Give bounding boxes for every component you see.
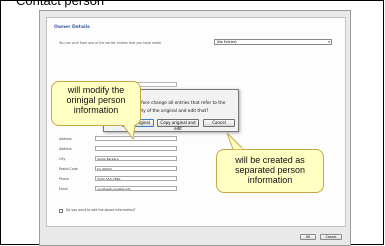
select-value: (No Entries) [217, 40, 237, 44]
form-row: Address [59, 136, 239, 142]
earlier-entries-select[interactable]: (No Entries) ▾ [214, 39, 332, 45]
copy-original-button[interactable]: Copy original and edit [157, 119, 199, 131]
field-label: Postal Code [59, 167, 78, 171]
form-row: Email you@web.coolsite.info [59, 186, 239, 192]
window-cancel-button[interactable]: Cancel [320, 234, 342, 240]
city-field[interactable]: Santa Barbara [95, 156, 177, 161]
postal-code-field[interactable]: CA 90024 [95, 166, 177, 171]
phone-field[interactable]: (555) 555-7890 [95, 176, 177, 181]
field-label: City [59, 157, 66, 161]
chevron-down-icon[interactable]: ▾ [328, 40, 330, 45]
modify-callout-pointer [122, 125, 136, 141]
form-row: City Santa Barbara [59, 156, 239, 162]
instruction-text: You can pick from one of the earlier ent… [59, 41, 162, 45]
slide-title: Contact person [16, 0, 105, 8]
section-title: Owner Details [54, 25, 90, 30]
field-label: Phone [59, 177, 69, 181]
field-label: Address [59, 147, 72, 151]
form-row: Address [59, 146, 239, 152]
email-field[interactable]: you@web.coolsite.info [95, 186, 177, 191]
field-label: Address [59, 137, 72, 141]
ok-button[interactable]: OK [300, 234, 316, 240]
slide-frame: Contact person Owner Details You can pic… [0, 0, 384, 246]
field-label: Email [59, 187, 68, 191]
address-line2-field[interactable] [95, 146, 177, 151]
dialog-cancel-button[interactable]: Cancel [203, 119, 235, 127]
created-callout-pointer [226, 132, 245, 150]
form-row: Postal Code CA 90024 [59, 166, 239, 172]
form-row: Phone (555) 555-7890 [59, 176, 239, 182]
add-info-checkbox-label: Do you want to add the above information… [66, 208, 136, 212]
created-callout: will be created as separated person info… [216, 149, 324, 193]
modify-callout: will modify the orinigal person informat… [51, 81, 141, 126]
add-info-checkbox[interactable] [59, 209, 63, 213]
